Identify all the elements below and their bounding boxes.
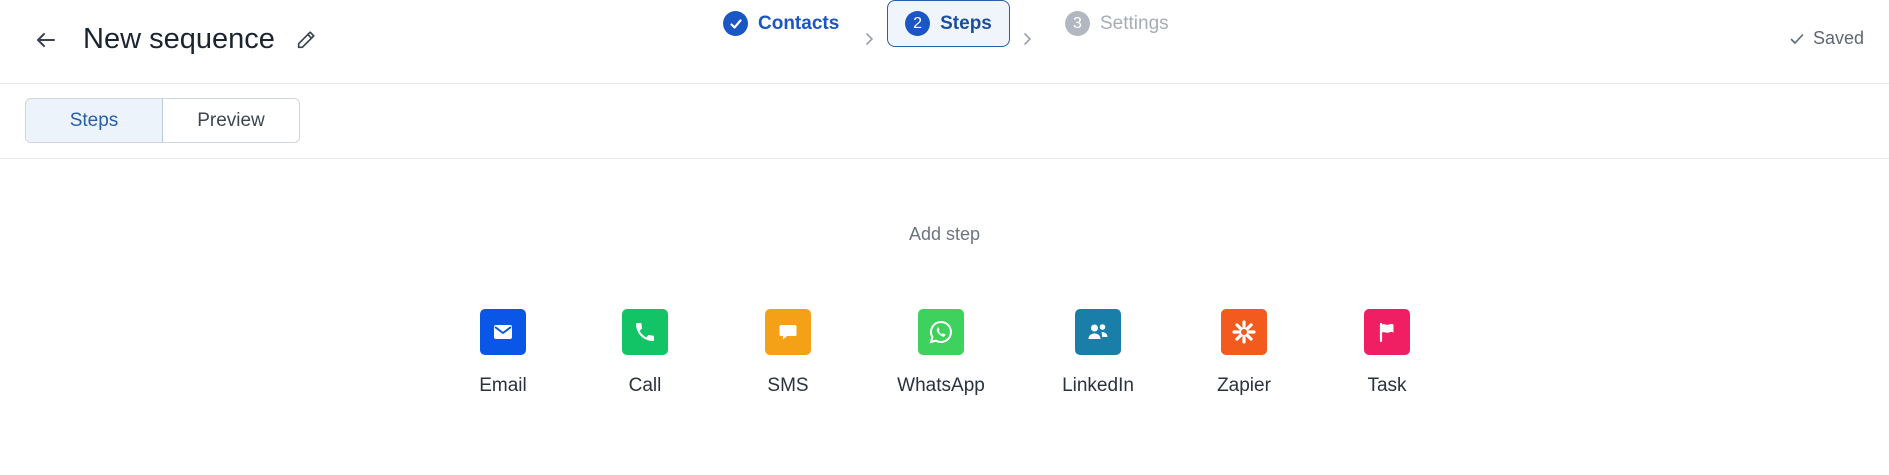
edit-title-button[interactable]	[290, 24, 322, 56]
whatsapp-icon	[918, 309, 964, 355]
tab-steps[interactable]: Steps	[26, 99, 163, 142]
chevron-right-icon	[866, 33, 874, 45]
back-button[interactable]	[30, 24, 62, 56]
view-toggle: Steps Preview	[25, 98, 300, 143]
step-type-call[interactable]: Call	[580, 309, 710, 397]
step-number-badge: 2	[905, 11, 931, 36]
step-type-label: Call	[628, 375, 662, 396]
save-status: Saved	[1789, 28, 1864, 49]
view-toolbar: Steps Preview	[0, 84, 1889, 159]
envelope-icon	[480, 309, 526, 355]
stepper-settings[interactable]: 3 Settings	[1065, 0, 1169, 47]
step-type-email[interactable]: Email	[438, 309, 568, 397]
step-number-badge: 3	[1065, 11, 1090, 36]
people-icon	[1075, 309, 1121, 355]
step-type-sms[interactable]: SMS	[723, 309, 853, 397]
add-step-heading: Add step	[908, 224, 981, 244]
arrow-left-icon	[37, 33, 55, 47]
step-type-label: SMS	[767, 375, 809, 396]
step-type-whatsapp[interactable]: WhatsApp	[876, 309, 1006, 397]
step-type-label: Email	[479, 375, 527, 396]
tab-preview[interactable]: Preview	[163, 99, 299, 142]
asterisk-icon	[1221, 309, 1267, 355]
step-type-linkedin[interactable]: LinkedIn	[1033, 309, 1163, 397]
stepper-contacts-label: Contacts	[758, 12, 840, 34]
flag-icon	[1364, 309, 1410, 355]
step-type-task[interactable]: Task	[1322, 309, 1452, 397]
phone-icon	[622, 309, 668, 355]
page-title: New sequence	[83, 23, 275, 55]
step-type-label: LinkedIn	[1062, 375, 1134, 396]
stepper-settings-label: Settings	[1100, 12, 1169, 34]
check-circle-icon	[723, 11, 748, 36]
step-type-label: Zapier	[1217, 375, 1271, 396]
check-icon	[1790, 33, 1804, 44]
step-type-label: WhatsApp	[897, 375, 985, 396]
stepper-steps-label: Steps	[940, 12, 992, 34]
save-status-label: Saved	[1812, 28, 1864, 48]
chat-bubble-icon	[765, 309, 811, 355]
step-type-zapier[interactable]: Zapier	[1179, 309, 1309, 397]
pencil-icon	[297, 31, 315, 49]
chevron-right-icon	[1024, 33, 1032, 45]
stepper-contacts[interactable]: Contacts	[723, 0, 839, 47]
top-bar: New sequence Contacts 2 Steps 3 Settings…	[0, 0, 1889, 84]
step-type-label: Task	[1367, 375, 1407, 396]
stepper-steps[interactable]: 2 Steps	[887, 0, 1010, 47]
